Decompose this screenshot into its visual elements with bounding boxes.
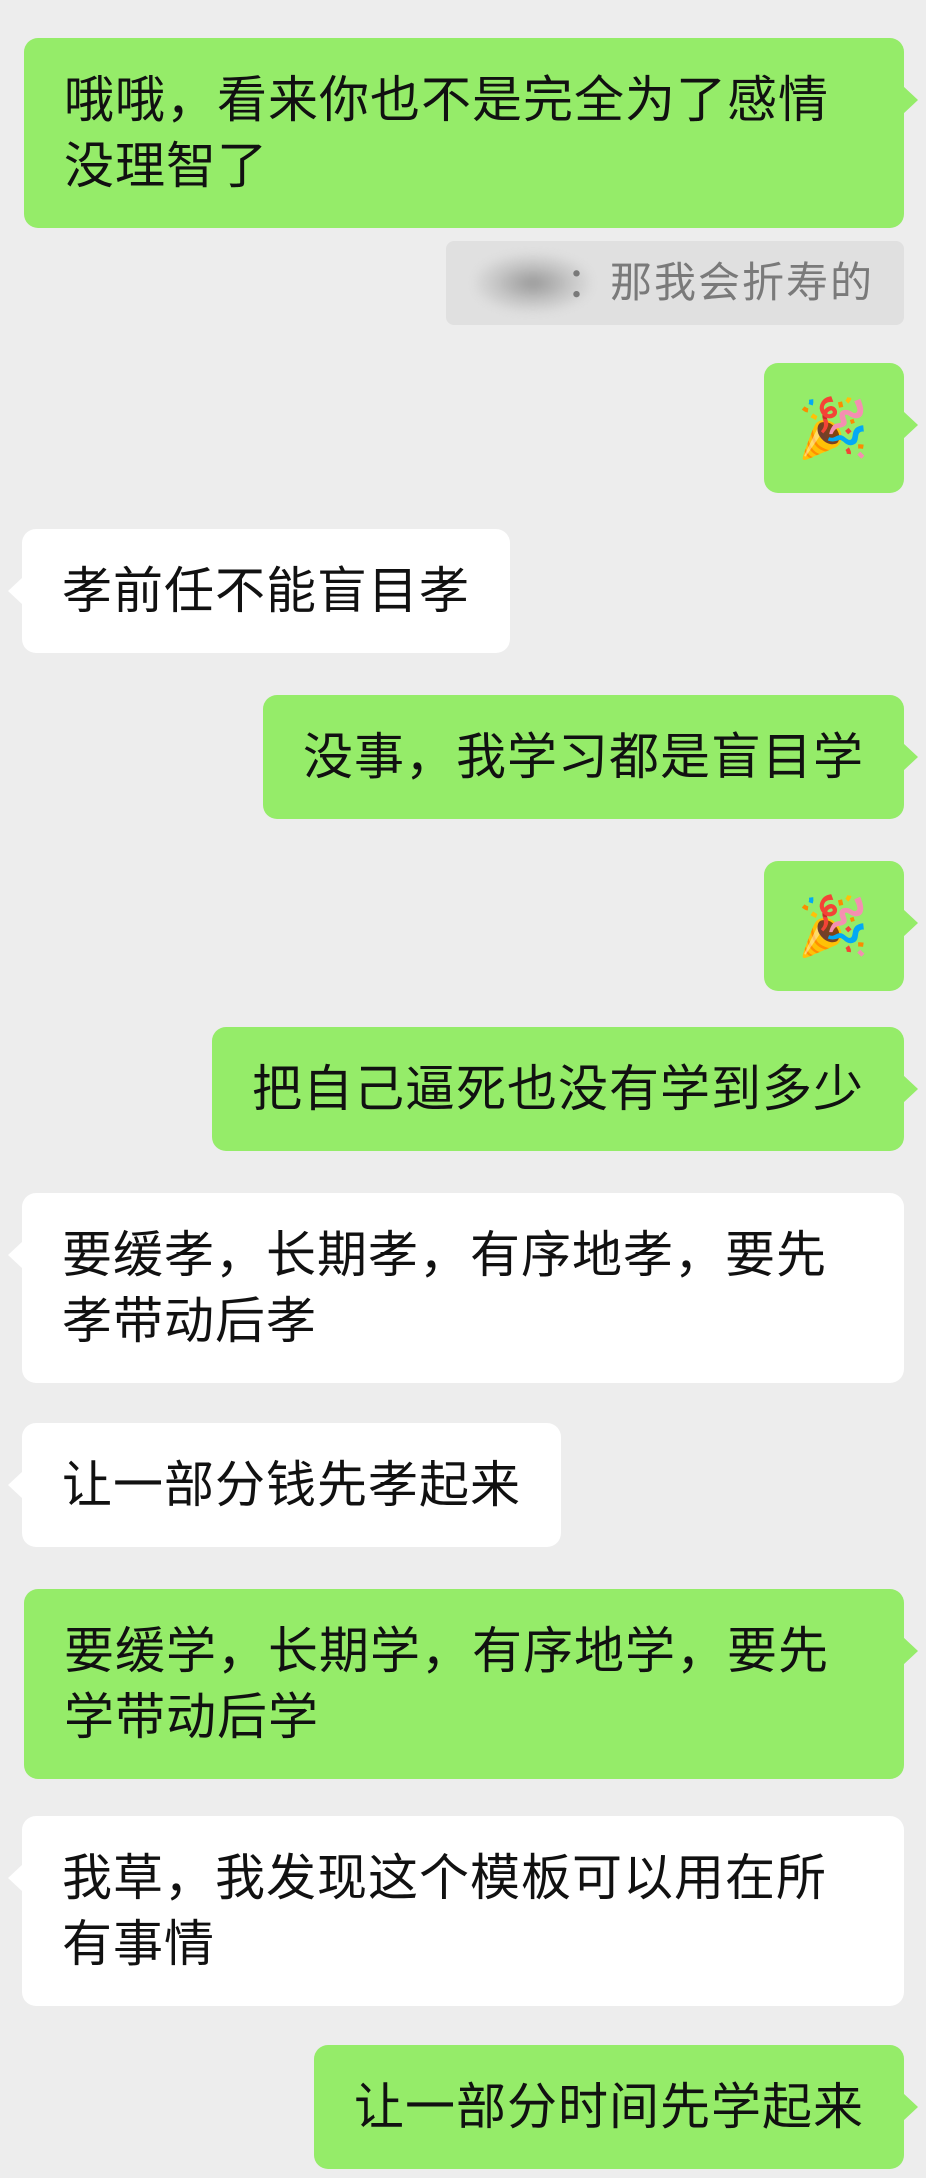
- message-text: 哦哦，看来你也不是完全为了感情没理智了: [64, 71, 829, 195]
- incoming-message-bubble[interactable]: 要缓孝，长期孝，有序地孝，要先孝带动后孝: [8, 1193, 904, 1383]
- message-row-outgoing: 把自己逼死也没有学到多少: [212, 1027, 918, 1151]
- incoming-message-bubble[interactable]: 孝前任不能盲目孝: [8, 529, 510, 653]
- outgoing-message-bubble[interactable]: 要缓学，长期学，有序地学，要先学带动后学: [24, 1589, 918, 1779]
- outgoing-message-bubble[interactable]: 让一部分时间先学起来: [314, 2045, 918, 2169]
- message-text: 我草，我发现这个模板可以用在所有事情: [62, 1849, 827, 1973]
- party-popper-icon: 🎉: [797, 892, 871, 960]
- outgoing-message-bubble[interactable]: 哦哦，看来你也不是完全为了感情没理智了: [24, 38, 918, 228]
- message-text: 要缓孝，长期孝，有序地孝，要先孝带动后孝: [62, 1226, 827, 1350]
- message-row-outgoing: 没事，我学习都是盲目学: [263, 695, 918, 819]
- message-row-outgoing: 让一部分时间先学起来: [314, 2045, 918, 2169]
- chat-message-list: 哦哦，看来你也不是完全为了感情没理智了 ：那我会折寿的 🎉 孝前任不能盲目孝 没…: [0, 0, 926, 2178]
- message-text: 让一部分时间先学起来: [354, 2078, 864, 2136]
- incoming-message-bubble[interactable]: 我草，我发现这个模板可以用在所有事情: [8, 1816, 904, 2006]
- quoted-message-reference[interactable]: ：那我会折寿的: [446, 241, 904, 325]
- message-row-outgoing: 🎉: [764, 363, 918, 493]
- message-text: 没事，我学习都是盲目学: [303, 728, 864, 786]
- message-row-outgoing: 哦哦，看来你也不是完全为了感情没理智了: [24, 38, 918, 228]
- message-text: 要缓学，长期学，有序地学，要先学带动后学: [64, 1622, 829, 1746]
- outgoing-message-bubble[interactable]: 把自己逼死也没有学到多少: [212, 1027, 918, 1151]
- message-row-outgoing: 要缓学，长期学，有序地学，要先学带动后学: [24, 1589, 918, 1779]
- message-row-incoming: 要缓孝，长期孝，有序地孝，要先孝带动后孝: [8, 1193, 904, 1383]
- party-popper-icon: 🎉: [797, 394, 871, 462]
- message-row-incoming: 我草，我发现这个模板可以用在所有事情: [8, 1816, 904, 2006]
- message-row-incoming: 孝前任不能盲目孝: [8, 529, 510, 653]
- message-row-outgoing: 🎉: [764, 861, 918, 991]
- incoming-message-bubble[interactable]: 让一部分钱先孝起来: [8, 1423, 561, 1547]
- message-text: 孝前任不能盲目孝: [62, 562, 470, 620]
- outgoing-message-bubble[interactable]: 没事，我学习都是盲目学: [263, 695, 918, 819]
- outgoing-emoji-bubble[interactable]: 🎉: [764, 861, 918, 991]
- outgoing-emoji-bubble[interactable]: 🎉: [764, 363, 918, 493]
- message-row-incoming: 让一部分钱先孝起来: [8, 1423, 561, 1547]
- quoted-message-text: ：那我会折寿的: [566, 258, 875, 307]
- message-text: 把自己逼死也没有学到多少: [252, 1060, 864, 1118]
- message-text: 让一部分钱先孝起来: [62, 1456, 521, 1514]
